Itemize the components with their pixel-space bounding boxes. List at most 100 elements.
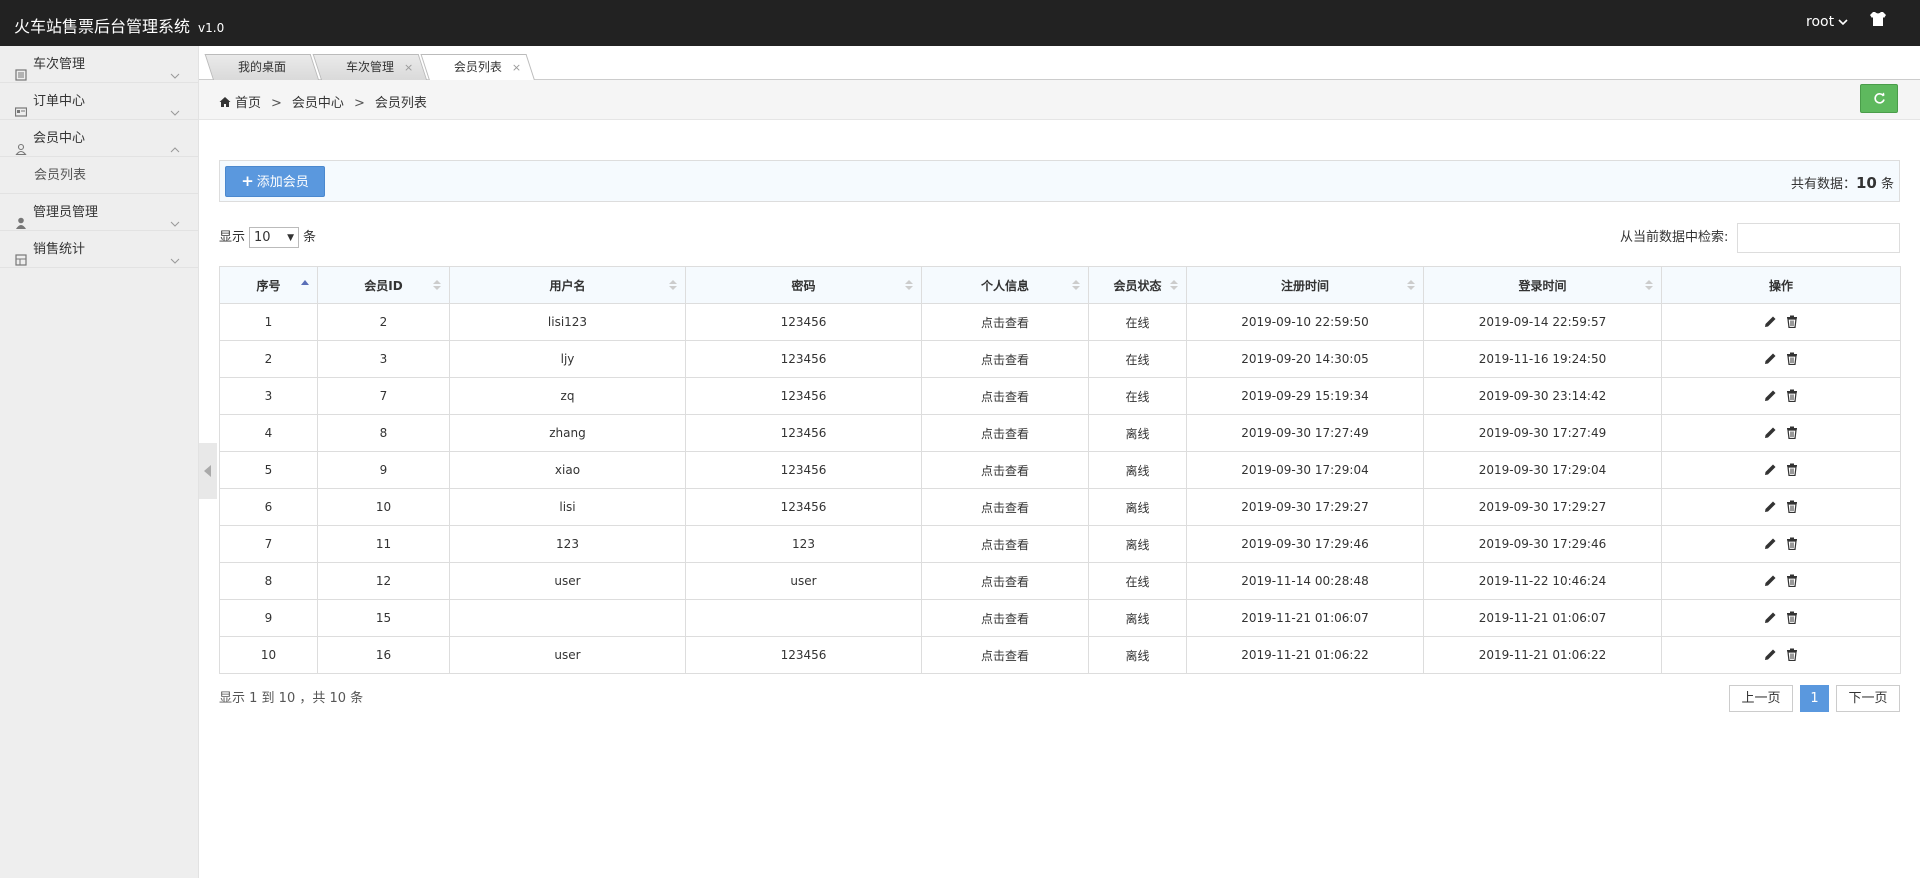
edit-icon[interactable] [1763,352,1777,366]
delete-icon[interactable] [1785,352,1799,366]
column-header-label: 序号 [256,278,281,293]
user-menu[interactable]: root [1806,14,1848,30]
sort-asc-icon [301,280,309,285]
edit-icon[interactable] [1763,648,1777,662]
sidebar-subitem-member-list[interactable]: 会员列表 [0,157,198,194]
cell-info-link[interactable]: 点击查看 [921,340,1089,378]
close-icon[interactable]: × [512,55,521,80]
cell-member-id: 12 [317,562,450,600]
cell-info-link[interactable]: 点击查看 [921,599,1089,637]
sort-icon [433,280,441,290]
delete-icon[interactable] [1785,611,1799,625]
sort-icon [669,280,677,290]
edit-icon[interactable] [1763,500,1777,514]
sort-icon [1645,280,1653,290]
edit-icon[interactable] [1763,574,1777,588]
app-version: v1.0 [198,21,225,35]
tab-desktop[interactable]: 我的桌面 [204,54,320,81]
sidebar-item-label: 车次管理 [33,57,86,72]
column-header-id[interactable]: 会员ID [317,266,450,304]
cell-actions [1661,525,1901,563]
breadcrumb-home[interactable]: 首页 [235,96,261,111]
sidebar-collapse-handle[interactable] [199,443,217,499]
delete-icon[interactable] [1785,648,1799,662]
sort-icon [1170,280,1178,290]
delete-icon[interactable] [1785,315,1799,329]
chevron-up-icon [170,132,180,153]
column-header-status[interactable]: 会员状态 [1088,266,1187,304]
sidebar-item-label: 管理员管理 [33,205,99,220]
cell-status: 在线 [1088,340,1187,378]
breadcrumb-level1[interactable]: 会员中心 [292,96,344,111]
edit-icon[interactable] [1763,426,1777,440]
column-header-login[interactable]: 登录时间 [1423,266,1662,304]
edit-icon[interactable] [1763,463,1777,477]
close-icon[interactable]: × [404,55,413,80]
cell-actions [1661,377,1901,415]
shirt-icon[interactable] [1870,12,1892,32]
edit-icon[interactable] [1763,389,1777,403]
cell-info-link[interactable]: 点击查看 [921,377,1089,415]
home-icon [219,96,231,108]
cell-actions [1661,451,1901,489]
cell-info-link[interactable]: 点击查看 [921,636,1089,674]
column-header-registered[interactable]: 注册时间 [1186,266,1424,304]
tab-member-list[interactable]: 会员列表 × [420,54,536,82]
sidebar-item-members[interactable]: 会员中心 [0,120,198,157]
cell-status: 在线 [1088,303,1187,341]
next-page-button[interactable]: 下一页 [1836,685,1900,712]
cell-password: 123456 [685,488,922,526]
cell-info-link[interactable]: 点击查看 [921,488,1089,526]
cell-info-link[interactable]: 点击查看 [921,414,1089,452]
cell-seq: 1 [219,303,318,341]
delete-icon[interactable] [1785,426,1799,440]
tab-label: 会员列表 [453,60,502,74]
table-row: 9 15 点击查看 离线 2019-11-21 01:06:07 2019-11-21 0… [219,599,1901,637]
column-header-info[interactable]: 个人信息 [921,266,1089,304]
cell-info-link[interactable]: 点击查看 [921,562,1089,600]
tab-trains[interactable]: 车次管理 × [312,54,428,81]
cell-info-link[interactable]: 点击查看 [921,451,1089,489]
cell-seq: 10 [219,636,318,674]
edit-icon[interactable] [1763,537,1777,551]
cell-info-link[interactable]: 点击查看 [921,525,1089,563]
column-header-label: 会员状态 [1113,278,1162,293]
stats-icon [15,244,27,266]
edit-icon[interactable] [1763,611,1777,625]
sort-icon [905,280,913,290]
prev-page-button[interactable]: 上一页 [1729,685,1793,712]
app-title: 火车站售票后台管理系统 v1.0 [14,13,224,37]
cell-info-link[interactable]: 点击查看 [921,303,1089,341]
sidebar-item-stats[interactable]: 销售统计 [0,231,198,268]
edit-icon[interactable] [1763,315,1777,329]
sidebar-item-train[interactable]: 车次管理 [0,46,198,83]
cell-member-id: 11 [317,525,450,563]
cell-login: 2019-11-16 19:24:50 [1423,340,1662,378]
delete-icon[interactable] [1785,500,1799,514]
sidebar-item-admins[interactable]: 管理员管理 [0,194,198,231]
cell-registered: 2019-09-30 17:27:49 [1186,414,1424,452]
cell-seq: 9 [219,599,318,637]
delete-icon[interactable] [1785,574,1799,588]
sort-icon [1072,280,1080,290]
add-member-button[interactable]: + 添加会员 [225,166,325,197]
column-header-password[interactable]: 密码 [685,266,922,304]
page-length-select[interactable]: 10 ▼ [249,227,300,248]
cell-password: 123456 [685,303,922,341]
cell-password: 123 [685,525,922,563]
refresh-button[interactable] [1860,84,1898,113]
tab-label: 车次管理 [345,60,394,74]
delete-icon[interactable] [1785,537,1799,551]
sort-icon [1407,280,1415,290]
delete-icon[interactable] [1785,463,1799,477]
sidebar-item-orders[interactable]: 订单中心 [0,83,198,120]
search-input[interactable] [1737,223,1900,253]
cell-password: 123456 [685,414,922,452]
delete-icon[interactable] [1785,389,1799,403]
page-1-button[interactable]: 1 [1800,685,1829,712]
column-header-seq[interactable]: 序号 [219,266,318,304]
column-header-username[interactable]: 用户名 [449,266,686,304]
cell-username: zq [449,377,686,415]
cell-member-id: 2 [317,303,450,341]
table-row: 7 11 123 123 点击查看 离线 2019-09-30 17:29:46 2019-0… [219,525,1901,563]
